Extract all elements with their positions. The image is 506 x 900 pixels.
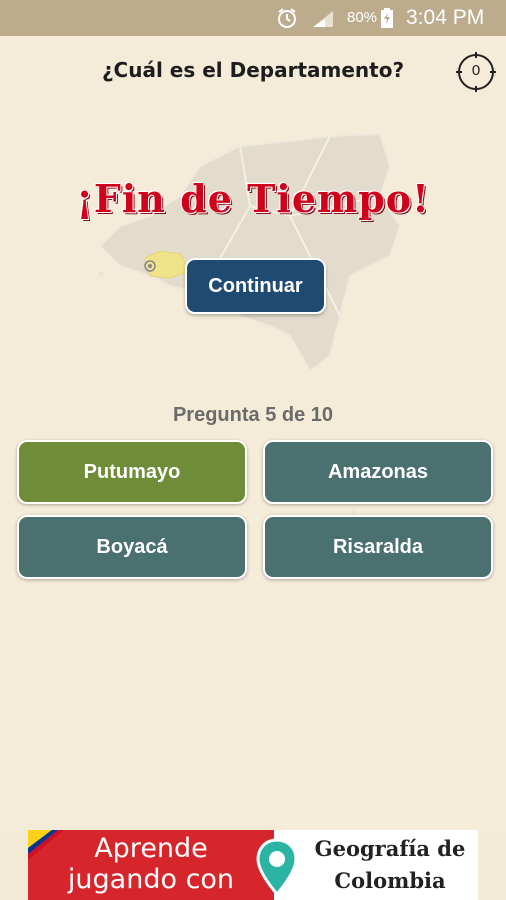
ad-text-line2: jugando con (67, 864, 235, 895)
location-pin-icon (256, 838, 298, 896)
ad-title-line1: Geografía de (314, 836, 466, 861)
answer-button-putumayo[interactable]: Putumayo (17, 440, 247, 504)
ad-left-panel: Aprende jugando con (28, 830, 274, 900)
question-progress: Pregunta 5 de 10 (172, 404, 334, 426)
department-map (98, 132, 402, 373)
battery-icon (381, 8, 393, 28)
signal-icon (313, 11, 333, 27)
continue-button[interactable]: Continuar (185, 258, 326, 314)
status-bar: 80% 3:04 PM (0, 0, 506, 36)
alarm-icon (278, 8, 296, 28)
answer-button-boyaca[interactable]: Boyacá (17, 515, 247, 579)
clock: 3:04 PM (406, 6, 485, 29)
ad-text-line1: Aprende (94, 833, 208, 864)
time-up-banner: ¡Fin de Tiempo! (76, 176, 430, 221)
answer-button-amazonas[interactable]: Amazonas (263, 440, 493, 504)
ad-title-line2: Colombia (334, 868, 446, 893)
ad-banner[interactable]: Aprende jugando con Geografía de Colombi… (28, 830, 478, 900)
battery-percent: 80% (347, 9, 378, 26)
answer-button-risaralda[interactable]: Risaralda (263, 515, 493, 579)
ad-right-panel: Geografía de Colombia (274, 830, 478, 900)
question-title: ¿Cuál es el Departamento? (101, 58, 405, 82)
timer-value: 0 (471, 62, 481, 79)
